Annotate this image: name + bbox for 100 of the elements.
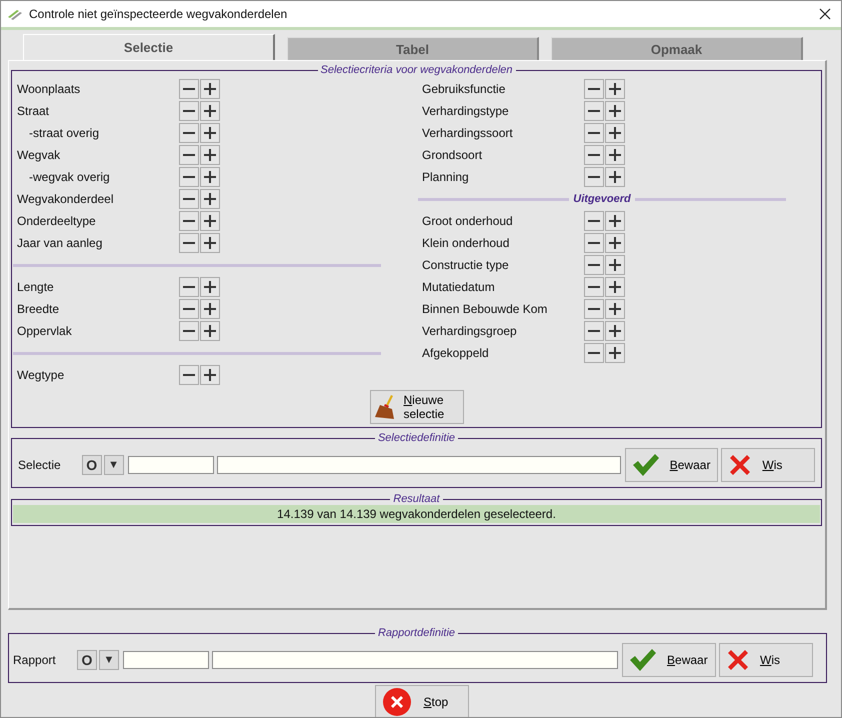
tab[interactable]: Tabel [287, 37, 539, 60]
remove-button[interactable] [584, 255, 604, 275]
report-label: Rapport [13, 653, 57, 667]
remove-button[interactable] [584, 79, 604, 99]
tab[interactable]: Opmaak [551, 37, 803, 60]
plus-icon [609, 259, 621, 271]
remove-button[interactable] [179, 299, 199, 319]
plus-icon [609, 237, 621, 249]
criterion-label: Verhardingsgroep [421, 324, 518, 338]
app-icon [7, 8, 23, 20]
add-button[interactable] [200, 189, 220, 209]
add-button[interactable] [200, 299, 220, 319]
dropdown-button[interactable]: ▼ [99, 650, 119, 670]
add-button[interactable] [605, 145, 625, 165]
new-selection-button[interactable]: Nieuwe selectie [370, 390, 464, 424]
add-button[interactable] [605, 299, 625, 319]
name-field[interactable] [216, 456, 621, 474]
cross-icon [728, 453, 752, 477]
remove-button[interactable] [179, 233, 199, 253]
criterion-label: -straat overig [28, 126, 100, 140]
remove-button[interactable] [179, 145, 199, 165]
plus-icon [609, 149, 621, 161]
result-message: 14.139 van 14.139 wegvakonderdelen geselecteerd. [13, 505, 820, 523]
remove-button[interactable] [179, 123, 199, 143]
remove-button[interactable] [179, 365, 199, 385]
name-field[interactable] [212, 651, 618, 669]
add-button[interactable] [605, 255, 625, 275]
clear-button[interactable]: Wis [721, 448, 816, 482]
plus-icon [204, 105, 216, 117]
mode-button[interactable]: O [77, 650, 97, 670]
remove-button[interactable] [179, 321, 199, 341]
remove-button[interactable] [179, 211, 199, 231]
remove-button[interactable] [584, 167, 604, 187]
remove-button[interactable] [179, 167, 199, 187]
add-button[interactable] [200, 123, 220, 143]
criterion-label: Straat [16, 104, 50, 118]
add-button[interactable] [605, 211, 625, 231]
criterion-label: Woonplaats [16, 82, 82, 96]
criterion-label: Breedte [16, 302, 60, 316]
plus-icon [204, 237, 216, 249]
close-icon[interactable] [819, 8, 831, 20]
add-button[interactable] [605, 123, 625, 143]
add-button[interactable] [200, 321, 220, 341]
save-button[interactable]: Bewaar [624, 448, 718, 482]
add-button[interactable] [200, 101, 220, 121]
add-button[interactable] [200, 145, 220, 165]
stop-button[interactable]: Stop [374, 685, 468, 717]
add-button[interactable] [200, 211, 220, 231]
add-button[interactable] [605, 101, 625, 121]
add-button[interactable] [200, 79, 220, 99]
criterion-label: Constructie type [421, 258, 510, 272]
add-button[interactable] [605, 343, 625, 363]
criterion-label: Jaar van aanleg [16, 236, 104, 250]
remove-button[interactable] [179, 79, 199, 99]
dropdown-button[interactable]: ▼ [104, 455, 124, 475]
add-button[interactable] [605, 321, 625, 341]
remove-button[interactable] [584, 343, 604, 363]
criterion-label: Planning [421, 170, 470, 184]
add-button[interactable] [200, 233, 220, 253]
criterion-label: Wegtype [16, 368, 66, 382]
plus-icon [609, 303, 621, 315]
mode-button[interactable]: O [82, 455, 102, 475]
remove-button[interactable] [179, 189, 199, 209]
save-button[interactable]: Bewaar [622, 643, 716, 677]
remove-button[interactable] [584, 101, 604, 121]
criterion-label: Groot onderhoud [421, 214, 514, 228]
remove-button[interactable] [584, 321, 604, 341]
add-button[interactable] [200, 167, 220, 187]
criterion-label: Mutatiedatum [421, 280, 496, 294]
plus-icon [204, 369, 216, 381]
plus-icon [609, 325, 621, 337]
criterion-label: Oppervlak [16, 324, 73, 338]
code-field[interactable] [128, 456, 214, 474]
tab[interactable]: Selectie [23, 34, 275, 60]
criterion-label: Verhardingssoort [421, 126, 514, 140]
remove-button[interactable] [584, 233, 604, 253]
add-button[interactable] [605, 233, 625, 253]
remove-button[interactable] [584, 123, 604, 143]
remove-button[interactable] [584, 299, 604, 319]
criterion-label: Gebruiksfunctie [421, 82, 506, 96]
window-title: Controle niet geïnspecteerde wegvakonderdelen [29, 7, 288, 21]
add-button[interactable] [605, 79, 625, 99]
remove-button[interactable] [584, 145, 604, 165]
criterion-label: Binnen Bebouwde Kom [421, 302, 548, 316]
add-button[interactable] [605, 277, 625, 297]
add-button[interactable] [200, 277, 220, 297]
cross-icon [726, 648, 750, 672]
remove-button[interactable] [179, 101, 199, 121]
criterion-label: Verhardingstype [421, 104, 510, 118]
add-button[interactable] [200, 365, 220, 385]
code-field[interactable] [123, 651, 209, 669]
plus-icon [204, 171, 216, 183]
remove-button[interactable] [584, 277, 604, 297]
criterion-label: Wegvakonderdeel [16, 192, 115, 206]
remove-button[interactable] [584, 211, 604, 231]
group-legend: Rapportdefinitie [374, 627, 458, 639]
plus-icon [204, 281, 216, 293]
add-button[interactable] [605, 167, 625, 187]
clear-button[interactable]: Wis [719, 643, 813, 677]
remove-button[interactable] [179, 277, 199, 297]
